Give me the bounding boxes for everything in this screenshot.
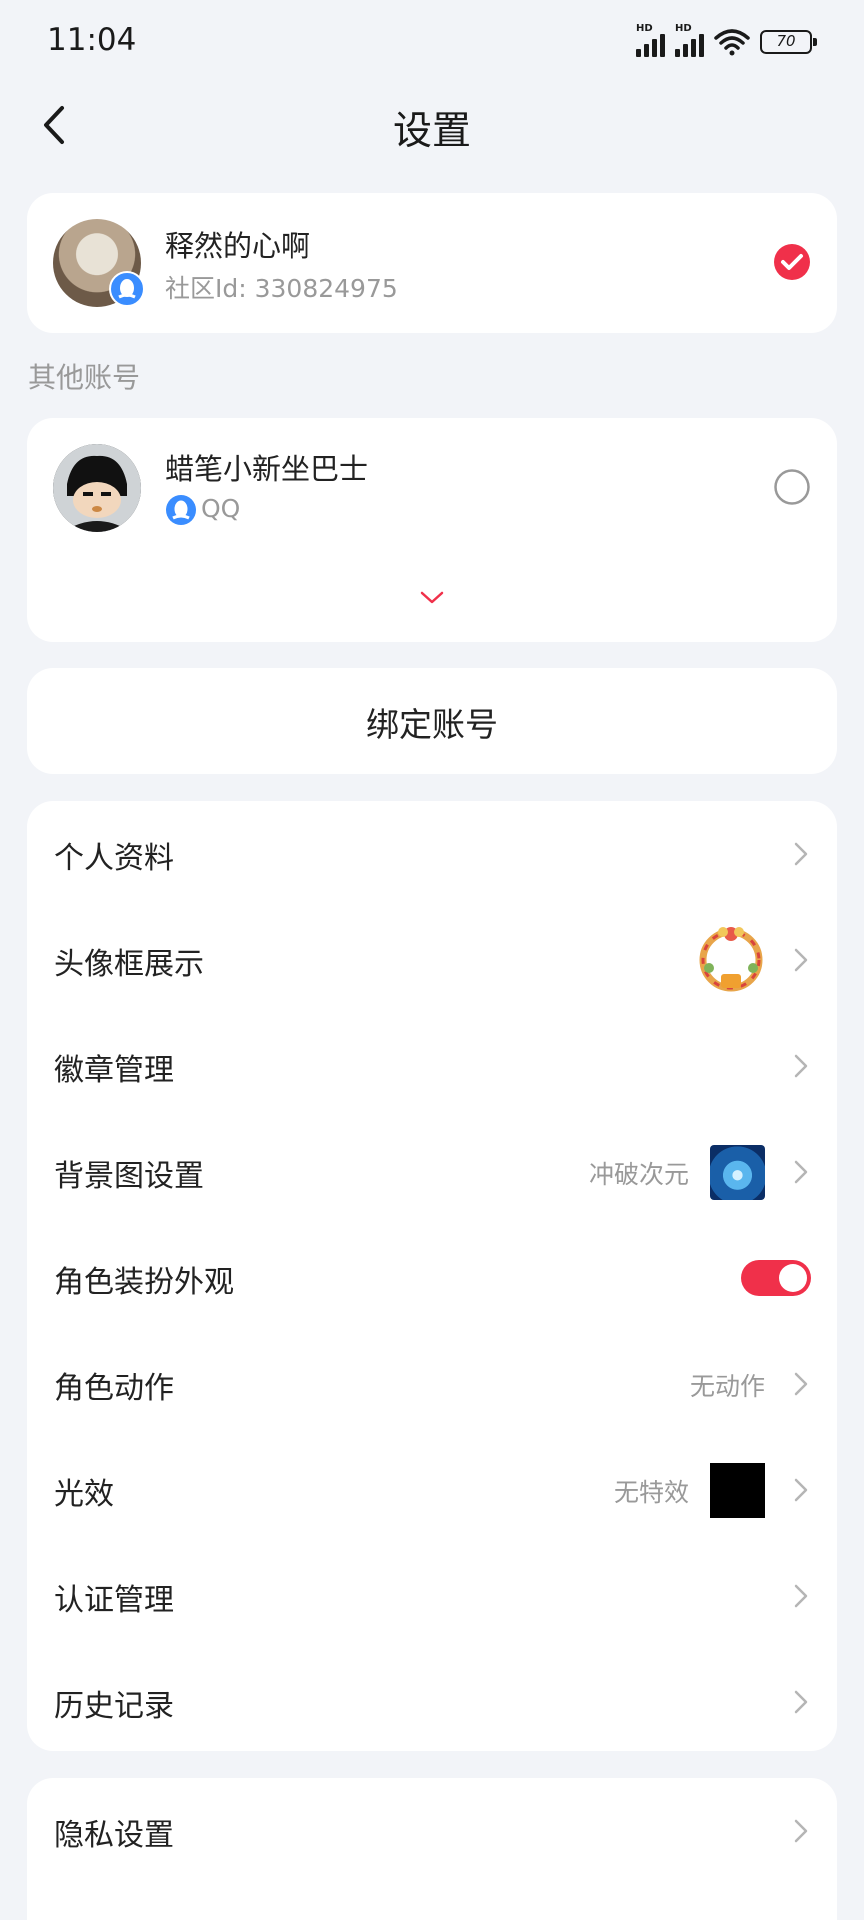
settings-item-character-outfit: 角色装扮外观 xyxy=(27,1225,837,1331)
row-label: 隐私设置 xyxy=(54,1818,174,1853)
nav-bar: 设置 xyxy=(0,90,864,160)
page-title: 设置 xyxy=(392,109,471,154)
account-name: 释然的心啊 xyxy=(165,229,311,263)
chevron-right-icon xyxy=(794,842,808,866)
chevron-right-icon xyxy=(794,1054,808,1078)
chevron-right-icon xyxy=(794,1160,808,1184)
status-time: 11:04 xyxy=(47,22,137,58)
row-value: 无特效 xyxy=(613,1478,689,1507)
other-accounts-card: 蜡笔小新坐巴士 QQ xyxy=(27,418,837,642)
chevron-right-icon xyxy=(794,1819,808,1843)
radio-unchecked-icon[interactable] xyxy=(773,468,811,506)
chevron-right-icon xyxy=(794,948,808,972)
settings-item-character-action[interactable]: 角色动作 无动作 xyxy=(27,1331,837,1437)
row-label: 认证管理 xyxy=(54,1583,174,1618)
other-accounts-label: 其他账号 xyxy=(28,361,141,394)
bind-account-label: 绑定账号 xyxy=(366,705,498,744)
hd-label-2: HD xyxy=(675,23,692,34)
row-value: 冲破次元 xyxy=(588,1160,689,1189)
row-label: 徽章管理 xyxy=(54,1053,174,1088)
avatar-frame-thumbnail-icon xyxy=(699,927,763,992)
character-outfit-toggle[interactable] xyxy=(741,1260,811,1296)
row-value: 无动作 xyxy=(689,1372,765,1401)
account-platform: QQ xyxy=(201,494,241,523)
chevron-right-icon xyxy=(794,1584,808,1608)
checked-icon xyxy=(774,244,810,280)
signal-icon: HD xyxy=(636,23,665,57)
settings-list: 个人资料 头像框展示 徽章管理 背景图设置 冲破次元 角色装扮外观 角色动作 无… xyxy=(27,801,837,1751)
row-label: 头像框展示 xyxy=(54,947,204,982)
qq-badge-icon xyxy=(109,271,145,307)
light-effect-thumbnail xyxy=(710,1463,765,1518)
row-label: 光效 xyxy=(54,1477,114,1512)
account-name: 蜡笔小新坐巴士 xyxy=(165,452,369,486)
qq-icon xyxy=(166,495,196,525)
settings-item-history[interactable]: 历史记录 xyxy=(27,1649,837,1755)
settings-item-background[interactable]: 背景图设置 冲破次元 xyxy=(27,1119,837,1225)
settings-item-verification[interactable]: 认证管理 xyxy=(27,1543,837,1649)
row-label: 历史记录 xyxy=(54,1689,174,1724)
background-thumbnail xyxy=(710,1145,765,1200)
chevron-right-icon xyxy=(794,1478,808,1502)
avatar xyxy=(53,444,141,532)
row-label: 角色动作 xyxy=(54,1371,174,1406)
chevron-right-icon xyxy=(794,1690,808,1714)
status-icons: HD HD 70 xyxy=(636,23,817,60)
settings-item-badges[interactable]: 徽章管理 xyxy=(27,1013,837,1119)
bind-account-button[interactable]: 绑定账号 xyxy=(27,668,837,774)
privacy-card: 隐私设置 xyxy=(27,1778,837,1920)
battery-indicator: 70 xyxy=(760,30,817,54)
row-label: 背景图设置 xyxy=(54,1159,204,1194)
wifi-icon xyxy=(714,29,750,56)
signal-icon-2: HD xyxy=(675,23,704,57)
settings-item-light-effect[interactable]: 光效 无特效 xyxy=(27,1437,837,1543)
row-label: 角色装扮外观 xyxy=(54,1265,234,1300)
current-account-card[interactable]: 释然的心啊 社区Id: 330824975 xyxy=(27,193,837,333)
settings-item-privacy[interactable]: 隐私设置 xyxy=(27,1778,837,1884)
hd-label: HD xyxy=(636,23,653,34)
settings-item-avatar-frame[interactable]: 头像框展示 xyxy=(27,907,837,1013)
account-item[interactable]: 蜡笔小新坐巴士 QQ xyxy=(27,418,837,558)
expand-chevron-icon[interactable] xyxy=(420,590,444,606)
community-id: 社区Id: 330824975 xyxy=(165,274,398,303)
settings-item-profile[interactable]: 个人资料 xyxy=(27,801,837,907)
chevron-right-icon xyxy=(794,1372,808,1396)
row-label: 个人资料 xyxy=(54,841,174,876)
avatar-cartoon-icon xyxy=(53,444,141,532)
status-bar: 11:04 HD HD 70 xyxy=(0,0,864,84)
